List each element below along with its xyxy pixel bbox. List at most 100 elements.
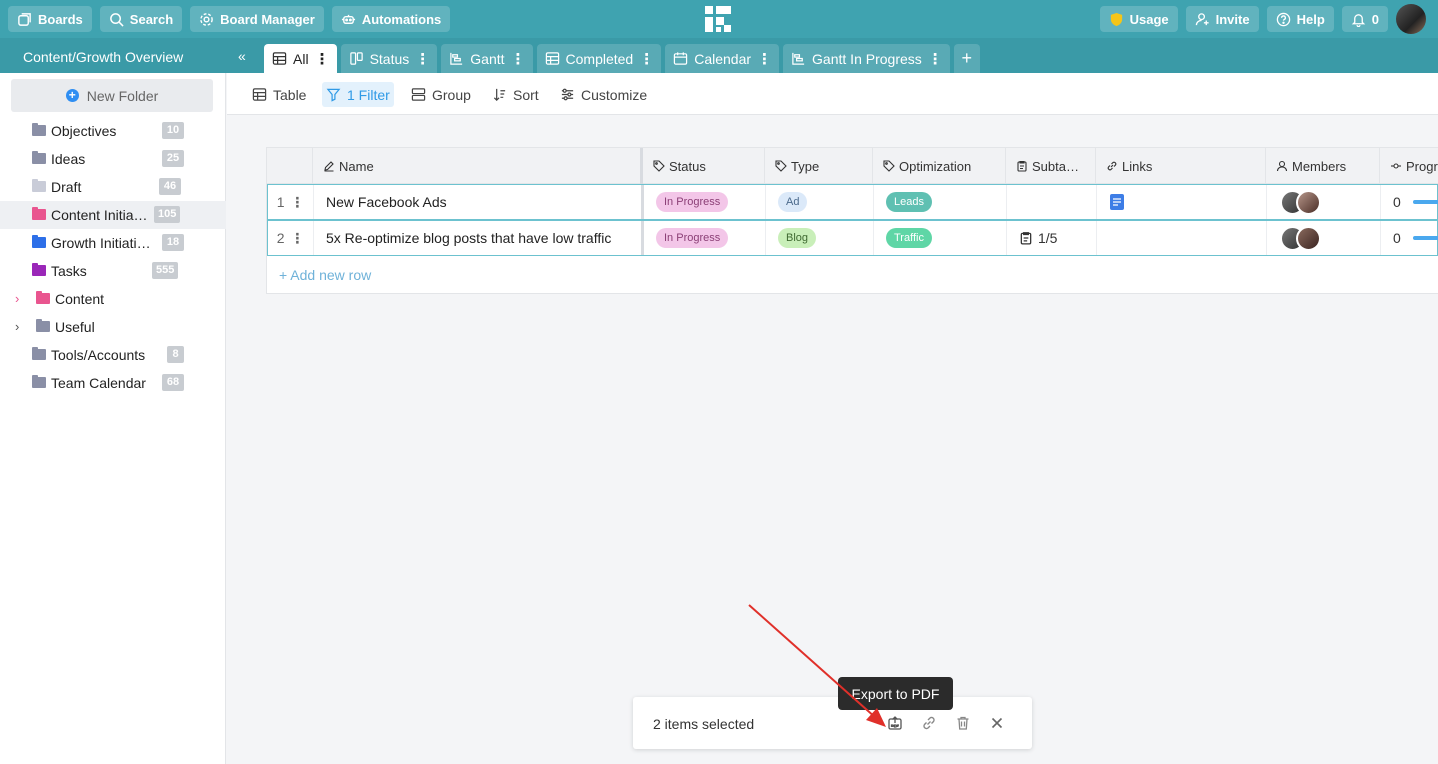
sort-button[interactable]: Sort (488, 82, 543, 107)
status-cell[interactable]: In Progress (644, 221, 766, 255)
table-view-button[interactable]: Table (248, 82, 310, 107)
new-folder-button[interactable]: + New Folder (11, 79, 213, 112)
collapse-sidebar-icon[interactable]: « (238, 48, 246, 64)
add-view-button[interactable]: + (953, 44, 980, 73)
close-selection-button[interactable] (987, 713, 1007, 733)
type-badge: Blog (778, 228, 817, 248)
notifications-button[interactable]: 0 (1341, 6, 1388, 32)
sidebar-item-useful[interactable]: › Useful (0, 313, 226, 341)
name-cell[interactable]: New Facebook Ads (314, 185, 644, 219)
tab-all[interactable]: All ⋮ (264, 44, 337, 73)
group-label: Group (432, 86, 471, 103)
members-cell[interactable] (1267, 185, 1381, 219)
sidebar-item-draft[interactable]: Draft 46 (0, 173, 226, 201)
tab-calendar[interactable]: Calendar ⋮ (665, 44, 780, 73)
optimization-cell[interactable]: Leads (874, 185, 1007, 219)
tab-menu-icon[interactable]: ⋮ (511, 50, 526, 68)
links-cell[interactable] (1097, 185, 1267, 219)
boards-button[interactable]: Boards (8, 6, 92, 32)
group-button[interactable]: Group (407, 82, 475, 107)
chevron-right-icon[interactable]: › (15, 319, 19, 334)
links-cell[interactable] (1097, 221, 1267, 255)
subtasks-cell[interactable]: 1/5 (1007, 221, 1097, 255)
sidebar-item-ideas[interactable]: Ideas 25 (0, 145, 226, 173)
sidebar-item-team-calendar[interactable]: Team Calendar 68 (0, 369, 226, 397)
tab-gantt[interactable]: Gantt ⋮ (441, 44, 533, 73)
table-row[interactable]: 1 ⋮ New Facebook Ads In Progress Ad Lead… (267, 184, 1438, 220)
column-header-optimization[interactable]: Optimization (873, 148, 1006, 184)
customize-button[interactable]: Customize (556, 82, 651, 107)
name-cell[interactable]: 5x Re-optimize blog posts that have low … (314, 221, 644, 255)
help-button[interactable]: Help (1266, 6, 1334, 32)
status-cell[interactable]: In Progress (644, 185, 766, 219)
members-cell[interactable] (1267, 221, 1381, 255)
filter-button[interactable]: 1 Filter (322, 82, 394, 107)
add-new-row-button[interactable]: + Add new row (279, 267, 371, 283)
view-toolbar: Table 1 Filter Group Sort Customize (227, 73, 1438, 115)
link-icon (1107, 161, 1117, 171)
sidebar-item-growth-initiatives[interactable]: Growth Initiati… 18 (0, 229, 226, 257)
delete-button[interactable] (953, 713, 973, 733)
member-avatars (1267, 189, 1321, 215)
progress-bar (1412, 236, 1438, 240)
tab-menu-icon[interactable]: ⋮ (757, 50, 772, 68)
table-row[interactable]: 2 ⋮ 5x Re-optimize blog posts that have … (267, 220, 1438, 256)
tab-menu-icon[interactable]: ⋮ (639, 50, 654, 68)
optimization-cell[interactable]: Traffic (874, 221, 1007, 255)
board-manager-button[interactable]: Board Manager (190, 6, 324, 32)
sidebar-item-content[interactable]: › Content (0, 285, 226, 313)
folder-icon (32, 263, 46, 276)
folder-count: 18 (162, 234, 184, 251)
avatar (1296, 225, 1321, 251)
export-pdf-button[interactable] (885, 713, 905, 733)
add-user-icon (1195, 12, 1209, 25)
column-label: Name (339, 158, 374, 174)
tab-completed[interactable]: Completed ⋮ (536, 44, 662, 73)
folder-label: Objectives (51, 123, 117, 139)
folder-count: 25 (162, 150, 184, 167)
search-button[interactable]: Search (99, 6, 183, 32)
group-icon (411, 88, 426, 101)
progress-value: 0 (1393, 230, 1401, 246)
progress-cell[interactable]: 0 (1381, 185, 1438, 219)
progress-cell[interactable]: 0 (1381, 221, 1438, 255)
column-header-subtasks[interactable]: Subta… (1006, 148, 1096, 184)
tab-gantt-in-progress[interactable]: Gantt In Progress ⋮ (783, 44, 950, 73)
automations-button[interactable]: Automations (331, 6, 451, 32)
type-cell[interactable]: Ad (766, 185, 874, 219)
member-avatars (1267, 225, 1321, 251)
document-icon[interactable] (1110, 194, 1124, 210)
tab-status[interactable]: Status ⋮ (340, 44, 438, 73)
type-cell[interactable]: Blog (766, 221, 874, 255)
progress-bar (1412, 200, 1438, 204)
progress-icon (1391, 163, 1401, 169)
sidebar-item-tasks[interactable]: Tasks 555 (0, 257, 226, 285)
help-label: Help (1296, 11, 1325, 27)
folder-icon (36, 291, 50, 304)
row-menu-icon[interactable]: ⋮ (290, 194, 304, 211)
column-header-members[interactable]: Members (1266, 148, 1380, 184)
invite-button[interactable]: Invite (1185, 6, 1259, 32)
copy-link-button[interactable] (919, 713, 939, 733)
user-avatar[interactable] (1396, 4, 1426, 34)
sidebar-item-content-initiatives[interactable]: Content Initia… 105 (0, 201, 226, 229)
column-header-type[interactable]: Type (765, 148, 873, 184)
table-icon (545, 52, 559, 65)
column-header-status[interactable]: Status (643, 148, 765, 184)
usage-button[interactable]: Usage (1099, 6, 1178, 32)
chevron-right-icon[interactable]: › (15, 291, 19, 306)
subtasks-cell[interactable] (1007, 185, 1097, 219)
sidebar-item-objectives[interactable]: Objectives 10 (0, 117, 226, 145)
gantt-icon (450, 52, 463, 65)
calendar-icon (674, 52, 688, 65)
tab-menu-icon[interactable]: ⋮ (315, 50, 330, 68)
column-header-name[interactable]: Name (313, 148, 643, 184)
boards-label: Boards (38, 11, 83, 27)
tab-menu-icon[interactable]: ⋮ (928, 50, 943, 68)
tab-menu-icon[interactable]: ⋮ (415, 50, 430, 68)
sidebar-item-tools-accounts[interactable]: Tools/Accounts 8 (0, 341, 226, 369)
tab-label: Calendar (694, 50, 752, 67)
column-header-links[interactable]: Links (1096, 148, 1266, 184)
column-header-progress[interactable]: Progr (1380, 148, 1438, 184)
row-menu-icon[interactable]: ⋮ (290, 230, 304, 247)
